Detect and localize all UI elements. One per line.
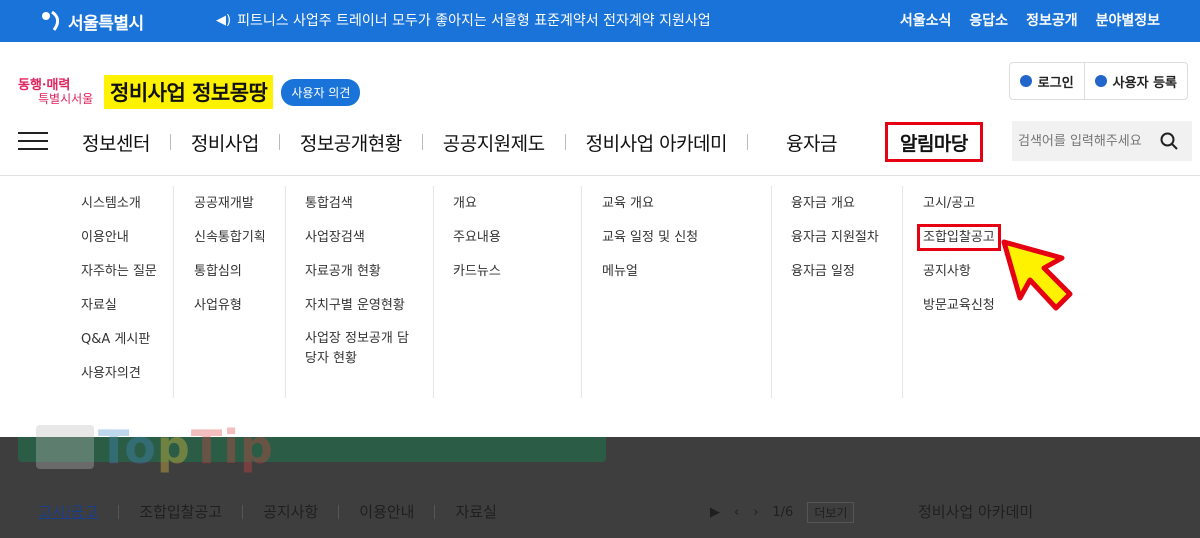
menu-link[interactable]: 융자금 지원절차 <box>791 227 879 261</box>
menu-link[interactable]: 이용안내 <box>81 227 157 261</box>
util-link-info[interactable]: 정보공개 <box>1026 10 1078 30</box>
menu-link[interactable]: 공공재개발 <box>194 193 266 227</box>
nav-info-center[interactable]: 정보센터 <box>62 122 170 162</box>
seoul-logo-text: 서울특별시 <box>68 13 144 34</box>
column-divider <box>771 186 772 398</box>
menu-col-academy: 교육 개요 교육 일정 및 신청 메뉴얼 <box>602 193 698 295</box>
utility-links: 서울소식 응답소 정보공개 분야별정보 <box>900 10 1160 30</box>
menu-link[interactable]: 자료공개 현황 <box>305 261 415 295</box>
hamburger-menu-icon[interactable] <box>18 132 48 152</box>
seoul-logo[interactable]: 서울특별시 <box>40 7 144 35</box>
menu-link[interactable]: Q&A 게시판 <box>81 329 157 363</box>
menu-link-association-bid[interactable]: 조합입찰공고 <box>917 224 1001 251</box>
menu-link[interactable]: 사용자의견 <box>81 363 157 397</box>
menu-link[interactable]: 자치구별 운영현황 <box>305 295 415 329</box>
register-label: 사용자 등록 <box>1112 75 1177 91</box>
menu-col-public-support: 개요 주요내용 카드뉴스 <box>453 193 501 295</box>
login-label: 로그인 <box>1037 75 1074 91</box>
seoul-logo-icon <box>42 10 60 31</box>
menu-link[interactable]: 카드뉴스 <box>453 261 501 295</box>
tab-association-bid[interactable]: 조합입찰공고 <box>119 501 242 522</box>
watermark-text-1: To <box>98 420 157 474</box>
column-divider <box>581 186 582 398</box>
board-tabs: 고시/공고 조합입찰공고 공지사항 이용안내 자료실 <box>38 501 517 522</box>
column-divider <box>285 186 286 398</box>
nav-loan[interactable]: 융자금 <box>748 122 875 162</box>
menu-link-wrapper: 조합입찰공고 <box>917 224 1001 261</box>
lock-icon <box>1019 75 1032 87</box>
menu-link[interactable]: 자료실 <box>81 295 157 329</box>
menu-link[interactable]: 사업장 정보공개 담당자 현황 <box>305 329 415 373</box>
slogan-line-2: 특별시서울 <box>38 92 94 106</box>
board-pager: ▶ ‹ › 1/6 더보기 <box>710 502 855 523</box>
menu-link[interactable]: 주요내용 <box>453 227 501 261</box>
menu-link[interactable]: 사업장검색 <box>305 227 415 261</box>
menu-col-loan: 융자금 개요 융자금 지원절차 융자금 일정 <box>791 193 879 295</box>
nav-notices[interactable]: 알림마당 <box>884 122 983 162</box>
menu-col-redevelopment: 공공재개발 신속통합기획 통합심의 사업유형 <box>194 193 266 329</box>
menu-link[interactable]: 개요 <box>453 193 501 227</box>
menu-col-notices: 고시/공고 조합입찰공고 공지사항 방문교육신청 <box>917 193 1001 329</box>
menu-link-visit-education[interactable]: 방문교육신청 <box>923 295 995 329</box>
menu-link-notice[interactable]: 공지사항 <box>923 261 995 295</box>
menu-link[interactable]: 사업유형 <box>194 295 266 329</box>
pointer-arrow-icon <box>1001 239 1073 311</box>
tab-library[interactable]: 자료실 <box>435 501 516 522</box>
prev-icon[interactable]: ‹ <box>734 505 739 520</box>
login-button[interactable]: 로그인 <box>1010 63 1084 99</box>
more-button[interactable]: 더보기 <box>807 502 855 523</box>
tab-guide[interactable]: 이용안내 <box>339 501 434 522</box>
util-link-fields[interactable]: 분야별정보 <box>1096 10 1160 30</box>
menu-link[interactable]: 통합검색 <box>305 193 415 227</box>
tab-notice[interactable]: 공지사항 <box>243 501 338 522</box>
watermark-text-2: p <box>156 420 191 474</box>
register-button[interactable]: 사용자 등록 <box>1083 63 1187 99</box>
speaker-icon: ◀) <box>216 12 232 28</box>
slogan-logo: 동행·매력 특별시서울 <box>16 74 100 110</box>
menu-link[interactable]: 교육 개요 <box>602 193 698 227</box>
user-opinion-button[interactable]: 사용자 의견 <box>281 78 361 106</box>
menu-link[interactable]: 메뉴얼 <box>602 261 698 295</box>
notice-ticker[interactable]: ◀) 피트니스 사업주 트레이너 모두가 좋아지는 서울형 표준계약서 전자계약… <box>216 10 711 30</box>
nav-academy[interactable]: 정비사업 아카데미 <box>566 122 747 162</box>
column-divider <box>433 186 434 398</box>
menu-col-info-center: 시스템소개 이용안내 자주하는 질문 자료실 Q&A 게시판 사용자의견 <box>81 193 157 397</box>
page-indicator: 1/6 <box>772 505 794 520</box>
toptip-watermark: To p Tip <box>36 420 274 474</box>
menu-link[interactable]: 신속통합기획 <box>194 227 266 261</box>
site-brand[interactable]: 동행·매력 특별시서울 정비사업 정보몽땅 사용자 의견 <box>16 74 361 110</box>
column-divider <box>173 186 174 398</box>
nav-public-support[interactable]: 공공지원제도 <box>423 122 565 162</box>
menu-link[interactable]: 융자금 개요 <box>791 193 879 227</box>
menu-link[interactable]: 교육 일정 및 신청 <box>602 227 698 261</box>
nav-divider <box>0 175 1200 176</box>
search-input[interactable] <box>1018 133 1158 149</box>
util-link-response[interactable]: 응답소 <box>969 10 1008 30</box>
menu-link[interactable]: 시스템소개 <box>81 193 157 227</box>
menu-link[interactable]: 자주하는 질문 <box>81 261 157 295</box>
user-icon <box>1094 75 1107 87</box>
academy-heading: 정비사업 아카데미 <box>918 503 1034 521</box>
search-icon[interactable] <box>1160 132 1178 150</box>
menu-link[interactable]: 융자금 일정 <box>791 261 879 295</box>
search-box <box>1012 121 1192 161</box>
play-icon[interactable]: ▶ <box>710 505 720 520</box>
menu-link-announcement[interactable]: 고시/공고 <box>923 193 995 227</box>
folder-icon <box>36 425 94 469</box>
next-icon[interactable]: › <box>753 505 758 520</box>
main-nav: 정보센터 정비사업 정보공개현황 공공지원제도 정비사업 아카데미 융자금 알림… <box>62 122 983 162</box>
nav-disclosure[interactable]: 정보공개현황 <box>280 122 422 162</box>
nav-redevelopment[interactable]: 정비사업 <box>171 122 279 162</box>
util-link-news[interactable]: 서울소식 <box>900 10 952 30</box>
menu-link[interactable]: 통합심의 <box>194 261 266 295</box>
auth-box: 로그인 사용자 등록 <box>1008 62 1188 100</box>
top-bar: 서울특별시 ◀) 피트니스 사업주 트레이너 모두가 좋아지는 서울형 표준계약… <box>0 0 1200 42</box>
column-divider <box>902 186 903 398</box>
notice-text[interactable]: 피트니스 사업주 트레이너 모두가 좋아지는 서울형 표준계약서 전자계약 지원… <box>237 10 711 30</box>
watermark-text-3: Tip <box>190 420 274 474</box>
tab-announcement[interactable]: 고시/공고 <box>38 501 118 522</box>
site-title[interactable]: 정비사업 정보몽땅 <box>104 75 274 109</box>
menu-col-disclosure: 통합검색 사업장검색 자료공개 현황 자치구별 운영현황 사업장 정보공개 담당… <box>305 193 415 373</box>
